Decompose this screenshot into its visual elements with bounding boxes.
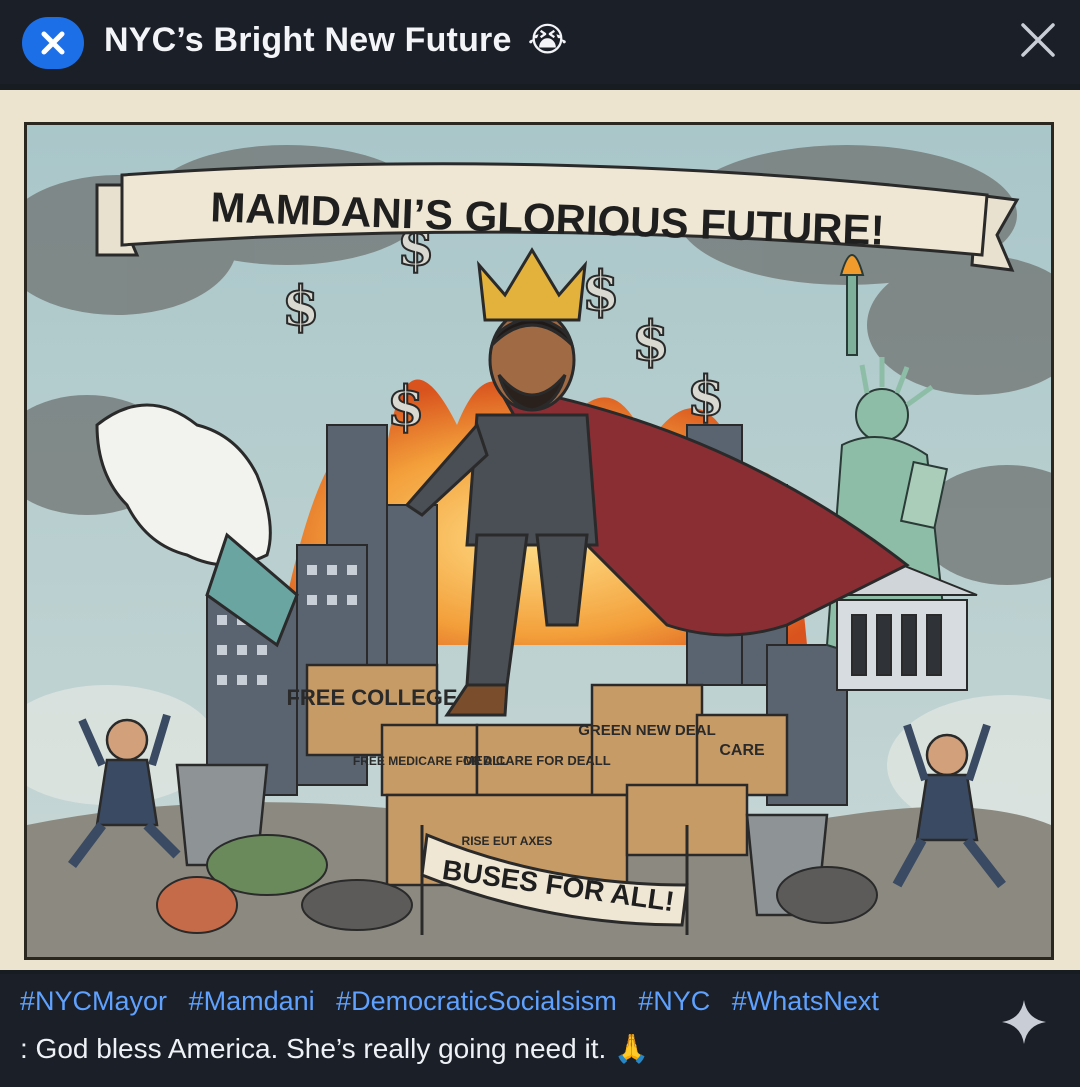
close-icon [1021, 23, 1055, 57]
svg-text:$: $ [632, 309, 670, 373]
sparkle-icon[interactable] [998, 996, 1050, 1048]
hashtag-link[interactable]: #WhatsNext [732, 986, 879, 1016]
crying-emoji-icon: 😭 [527, 20, 568, 60]
praying-hands-emoji-icon: 🙏 [614, 1032, 649, 1065]
box-label-medicare-deall: MEDICARE FOR DEALL [463, 753, 610, 768]
box-label-green-new-deal: GREEN NEW DEAL [578, 722, 716, 739]
hashtag-link[interactable]: #NYCMayor [20, 986, 167, 1016]
hashtag-link[interactable]: #Mamdani [189, 986, 315, 1016]
hashtag-link[interactable]: #NYC [638, 986, 710, 1016]
svg-text:$: $ [687, 364, 725, 428]
close-button[interactable] [1014, 16, 1062, 64]
post-title: NYC’s Bright New Future 😭 [104, 20, 568, 60]
post-header: NYC’s Bright New Future 😭 [0, 0, 1080, 84]
close-circle-icon[interactable] [22, 17, 84, 69]
caption-body: : God bless America. She’s really going … [20, 1033, 607, 1064]
svg-text:$: $ [282, 274, 320, 338]
hashtag-row: #NYCMayor #Mamdani #DemocraticSocialsism… [20, 986, 893, 1017]
box-label-small: RISE EUT AXES [462, 834, 553, 848]
hashtag-link[interactable]: #DemocraticSocialsism [336, 986, 617, 1016]
cartoon-illustration: $ $ $ $ $ $ FREE COLLEGE FREE MEDICARE F… [24, 122, 1054, 960]
post-image[interactable]: $ $ $ $ $ $ FREE COLLEGE FREE MEDICARE F… [0, 90, 1080, 970]
svg-text:$: $ [582, 259, 620, 323]
post-title-text: NYC’s Bright New Future [104, 20, 512, 59]
svg-text:$: $ [387, 374, 425, 438]
box-label-care: CARE [719, 742, 765, 759]
box-label-free-college: FREE COLLEGE [286, 685, 457, 710]
post-caption: #NYCMayor #Mamdani #DemocraticSocialsism… [0, 974, 1080, 1087]
caption-text: : God bless America. She’s really going … [20, 1032, 649, 1065]
